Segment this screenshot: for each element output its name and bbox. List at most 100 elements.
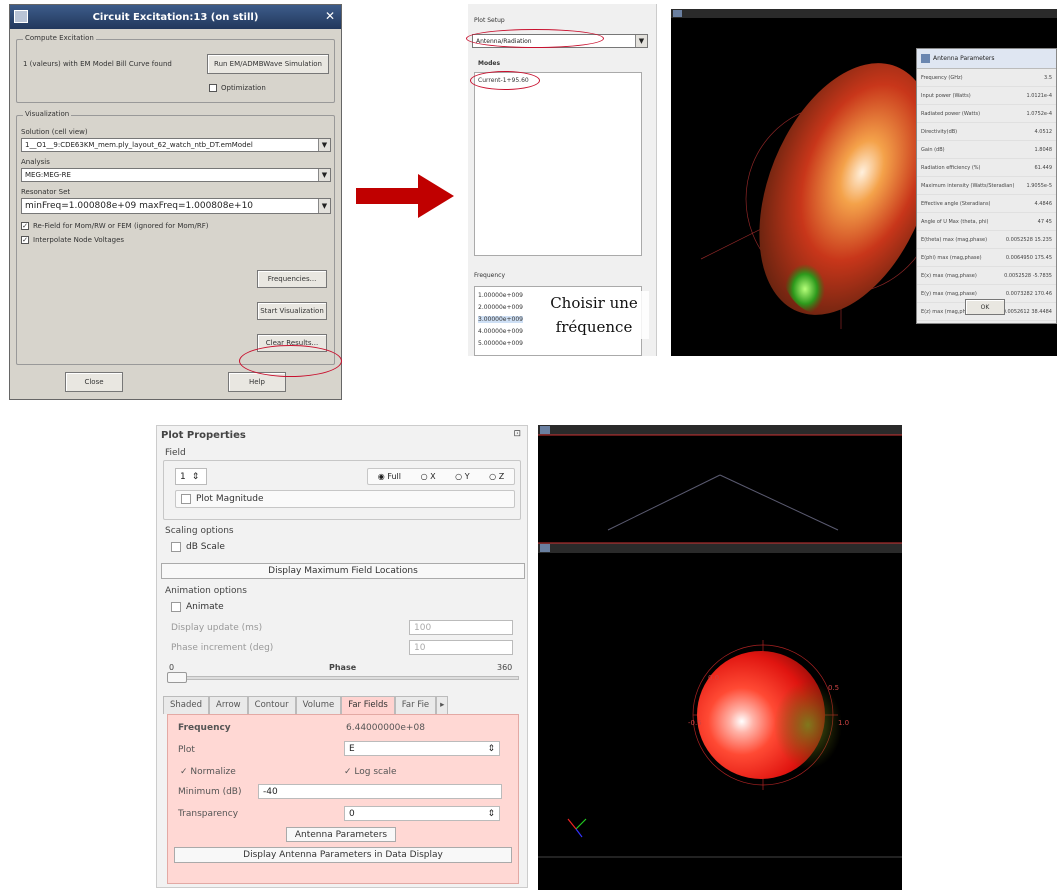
updown-icon: ⇕ xyxy=(487,743,495,754)
compute-group: Compute Excitation 1 (valeurs) with EM M… xyxy=(16,34,335,103)
tab-far-fields[interactable]: Far Fields xyxy=(341,696,395,714)
app-icon xyxy=(921,54,930,63)
solution-label: Solution (cell view) xyxy=(21,128,88,136)
radio-full[interactable]: ◉ Full xyxy=(378,472,401,481)
far-fields-pane: Frequency 6.44000000e+08 Plot E ⇕ ✓ Norma… xyxy=(167,714,519,884)
animate-checkbox[interactable]: Animate xyxy=(171,602,224,612)
antenna-parameter-row: Radiated power (Watts) 1.0752e-4 xyxy=(917,105,1056,123)
3d-viewport-far-field[interactable]: 0.0 -0.5 0.5 1.0 xyxy=(538,425,902,890)
minimum-db-input[interactable]: -40 xyxy=(258,784,502,799)
parameter-name: Maximum intensity (Watts/Steradian) xyxy=(921,182,1015,189)
minimum-db-label: Minimum (dB) xyxy=(178,787,242,797)
radio-y[interactable]: ○ Y xyxy=(455,472,469,481)
phase-slider-track[interactable] xyxy=(167,676,519,680)
frequencies-button[interactable]: Frequencies... xyxy=(257,270,327,288)
field-spinner[interactable]: 1 ⇕ xyxy=(175,468,207,485)
resonator-value: minFreq=1.000808e+09 maxFreq=1.000808e+1… xyxy=(25,201,254,211)
field-radio-group: ◉ Full ○ X ○ Y ○ Z xyxy=(367,468,515,485)
chevron-down-icon: ▼ xyxy=(635,35,647,47)
parameter-name: Radiation efficiency (%) xyxy=(921,164,981,171)
parameter-name: E(phi) max (mag,phase) xyxy=(921,254,982,261)
modes-list[interactable]: Current-1+95.60 xyxy=(474,72,642,256)
compute-text: 1 (valeurs) with EM Model Bill Curve fou… xyxy=(23,60,172,68)
radio-z[interactable]: ○ Z xyxy=(489,472,504,481)
phase-increment-input[interactable]: 10 xyxy=(409,640,513,655)
tab-contour[interactable]: Contour xyxy=(247,696,296,714)
tab-far-fields-2[interactable]: Far Fie xyxy=(394,696,437,714)
tab-scroll-right-icon[interactable]: ▸ xyxy=(436,696,449,714)
close-icon[interactable]: ✕ xyxy=(325,9,335,23)
phase-title: Phase xyxy=(329,663,357,672)
antenna-parameters-titlebar: Antenna Parameters xyxy=(917,49,1056,69)
chevron-down-icon: ▼ xyxy=(318,139,330,151)
parameter-value: 61.449 xyxy=(1034,164,1053,171)
plot-label: Plot xyxy=(178,745,195,755)
plot-setup-label: Plot Setup xyxy=(474,17,505,24)
highlight-start-visualization xyxy=(239,345,342,377)
radio-x[interactable]: ○ X xyxy=(421,472,436,481)
parameter-value: 0.0073282 170.46 xyxy=(1005,290,1052,297)
log-scale-checkbox[interactable]: ✓ Log scale xyxy=(344,767,397,777)
display-antenna-parameters-button[interactable]: Display Antenna Parameters in Data Displ… xyxy=(174,847,512,863)
interpolate-checkbox[interactable]: ✓ Interpolate Node Voltages xyxy=(21,236,124,244)
frequency-item[interactable]: 4.00000e+009 xyxy=(478,328,523,335)
refield-checkbox[interactable]: ✓ Re-Field for Mom/RW or FEM (ignored for… xyxy=(21,222,208,230)
ok-button[interactable]: OK xyxy=(965,299,1005,315)
parameter-name: E(y) max (mag,phase) xyxy=(921,290,977,297)
db-scale-label: dB Scale xyxy=(186,542,225,552)
phase-slider-thumb[interactable] xyxy=(167,672,187,683)
plot-select[interactable]: E ⇕ xyxy=(344,741,500,756)
highlight-plot-type xyxy=(466,29,604,48)
right-arrow-icon xyxy=(356,174,454,218)
tab-arrow[interactable]: Arrow xyxy=(209,696,248,714)
frequency-item[interactable]: 1.00000e+009 xyxy=(478,292,523,299)
normalize-checkbox[interactable]: ✓ Normalize xyxy=(180,767,236,777)
app-icon xyxy=(14,10,28,23)
start-visualization-button[interactable]: Start Visualization xyxy=(257,302,327,320)
parameter-value: 0.0052528 15.235 xyxy=(1005,236,1052,243)
radio-y-label: Y xyxy=(464,472,470,481)
parameter-value: 4.0512 xyxy=(1034,128,1053,135)
circuit-excitation-dialog: Circuit Excitation:13 (on still) ✕ Compu… xyxy=(9,4,342,400)
visualization-group: Visualization Solution (cell view) 1__O1… xyxy=(16,110,335,365)
parameter-name: Gain (dB) xyxy=(921,146,945,153)
display-update-input[interactable]: 100 xyxy=(409,620,513,635)
antenna-parameter-row: Directivity(dB) 4.0512 xyxy=(917,123,1056,141)
plot-properties-panel: Plot Properties ⊡ Field 1 ⇕ ◉ Full ○ X ○ … xyxy=(156,425,528,888)
optimization-checkbox[interactable]: Optimization xyxy=(209,84,266,92)
antenna-parameters-title: Antenna Parameters xyxy=(933,55,995,62)
interpolate-label: Interpolate Node Voltages xyxy=(33,236,125,244)
close-button[interactable]: Close xyxy=(65,372,123,392)
plot-tabs: Shaded Arrow Contour Volume Far Fields F… xyxy=(163,696,521,714)
plot-magnitude-checkbox[interactable]: Plot Magnitude xyxy=(181,494,264,504)
run-simulation-button[interactable]: Run EM/ADMBWave Simulation xyxy=(207,54,329,74)
highlight-mode xyxy=(470,71,540,90)
parameter-name: E(theta) max (mag,phase) xyxy=(921,236,988,243)
db-scale-checkbox[interactable]: dB Scale xyxy=(171,542,225,552)
antenna-parameter-row: E(theta) max (mag,phase) 0.0052528 15.235 xyxy=(917,231,1056,249)
parameter-name: E(x) max (mag,phase) xyxy=(921,272,977,279)
parameter-value: 1.8048 xyxy=(1034,146,1053,153)
svg-text:0.5: 0.5 xyxy=(828,684,839,692)
display-max-field-button[interactable]: Display Maximum Field Locations xyxy=(161,563,525,579)
detach-icon[interactable]: ⊡ xyxy=(513,429,521,439)
antenna-parameter-row: Effective angle (Steradians) 4.4846 xyxy=(917,195,1056,213)
antenna-parameters-button[interactable]: Antenna Parameters xyxy=(286,827,396,842)
frequency-item[interactable]: 2.00000e+009 xyxy=(478,304,523,311)
tab-shaded[interactable]: Shaded xyxy=(163,696,210,714)
resonator-select[interactable]: minFreq=1.000808e+09 maxFreq=1.000808e+1… xyxy=(21,198,331,214)
antenna-parameter-row: E(x) max (mag,phase) 0.0052528 -5.7835 xyxy=(917,267,1056,285)
tab-volume[interactable]: Volume xyxy=(295,696,342,714)
transparency-spinner[interactable]: 0 ⇕ xyxy=(344,806,500,821)
normalize-label: Normalize xyxy=(190,767,236,777)
solution-select[interactable]: 1__O1__9:CDE63KM_mem.ply_layout_62_watch… xyxy=(21,138,331,152)
frequency-value: 6.44000000e+08 xyxy=(346,723,425,733)
plot-magnitude-label: Plot Magnitude xyxy=(196,494,264,504)
frequency-item[interactable]: 3.00000e+009 xyxy=(478,316,523,323)
solution-value: 1__O1__9:CDE63KM_mem.ply_layout_62_watch… xyxy=(25,141,253,149)
frequency-label: Frequency xyxy=(178,723,231,733)
frequency-item[interactable]: 5.00000e+009 xyxy=(478,340,523,347)
visualization-group-label: Visualization xyxy=(23,110,72,118)
analysis-select[interactable]: MEG:MEG-RE ▼ xyxy=(21,168,331,182)
field-label: Field xyxy=(165,448,186,458)
